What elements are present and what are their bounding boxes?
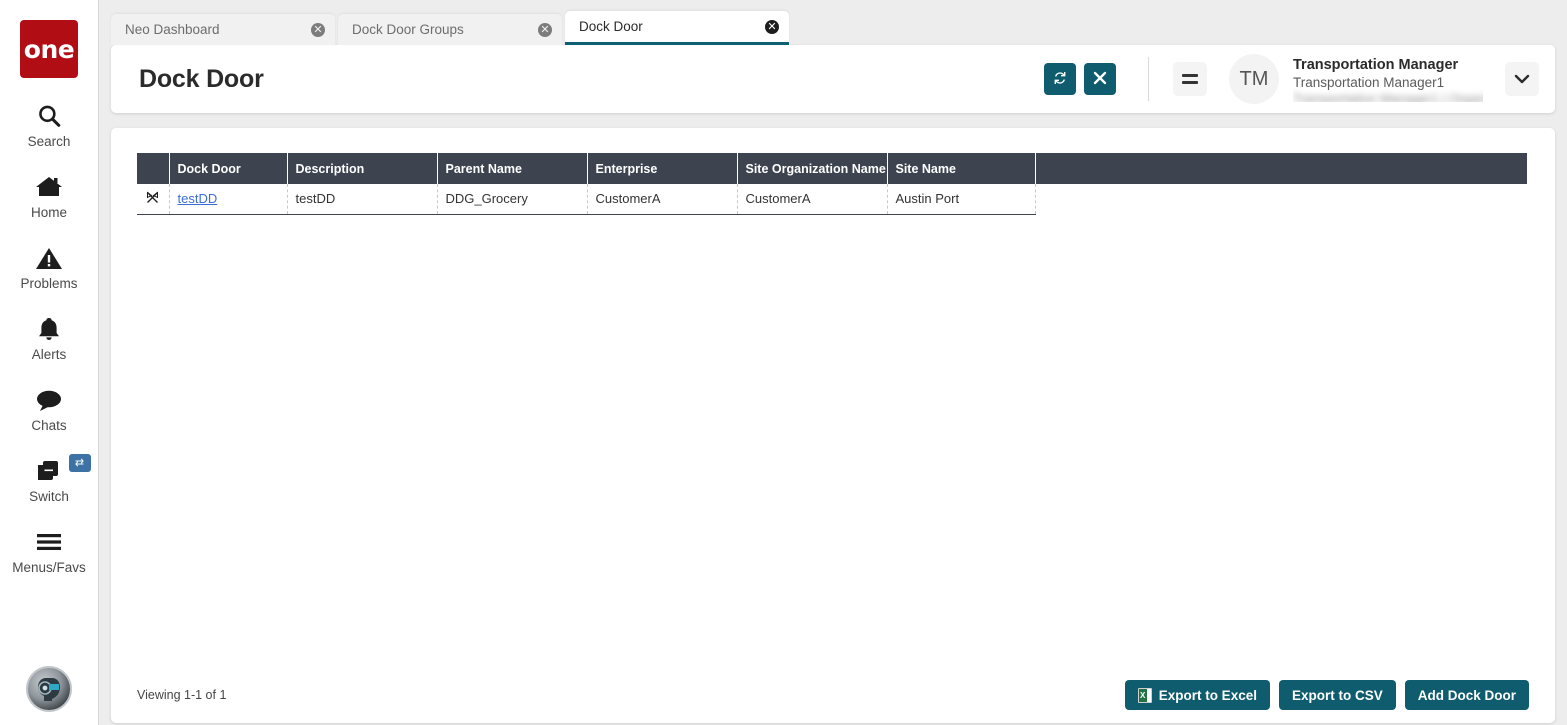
page-title: Dock Door bbox=[139, 64, 264, 93]
cell-dock-door[interactable]: testDD bbox=[169, 184, 288, 215]
brand-logo[interactable]: one bbox=[20, 20, 78, 78]
menu-bar-1 bbox=[1182, 74, 1198, 77]
dock-door-table: Dock Door Description Parent Name Enterp… bbox=[137, 153, 1527, 215]
table-header-handle bbox=[137, 153, 170, 184]
table-header-description[interactable]: Description bbox=[287, 153, 438, 184]
chat-bubble-icon bbox=[35, 385, 63, 415]
windows-stack-icon bbox=[34, 456, 64, 486]
tab-bar: Neo Dashboard ✕ Dock Door Groups ✕ Dock … bbox=[99, 0, 1567, 45]
export-to-excel-label: Export to Excel bbox=[1158, 687, 1257, 703]
table-body: testDD testDD DDG_Grocery CustomerA Cust… bbox=[137, 184, 1527, 215]
sidebar-item-label: Problems bbox=[20, 276, 78, 291]
user-name: Transportation Manager bbox=[1293, 57, 1459, 73]
user-role: Transportation Manager1 bbox=[1293, 75, 1445, 90]
avatar-initials: TM bbox=[1239, 67, 1269, 90]
table-header-enterprise[interactable]: Enterprise bbox=[587, 153, 738, 184]
sidebar-item-label: Home bbox=[30, 205, 67, 220]
hamburger-icon bbox=[35, 527, 63, 557]
close-icon[interactable]: ✕ bbox=[311, 22, 325, 37]
sidebar-item-problems[interactable]: Problems bbox=[0, 243, 99, 291]
sidebar-item-search[interactable]: Search bbox=[0, 101, 99, 149]
user-organization: Transportation Manager1 | Organization bbox=[1293, 91, 1483, 102]
tab-label: Dock Door bbox=[579, 19, 643, 34]
swap-arrows-icon[interactable]: ⇄ bbox=[68, 454, 91, 472]
refresh-icon bbox=[1052, 70, 1068, 89]
export-to-csv-label: Export to CSV bbox=[1291, 687, 1383, 703]
tab-label: Dock Door Groups bbox=[352, 22, 464, 37]
data-grid-wrapper: Dock Door Description Parent Name Enterp… bbox=[111, 128, 1555, 215]
user-profile[interactable]: TM Transportation Manager Transportation… bbox=[1229, 54, 1483, 104]
warning-triangle-icon bbox=[35, 243, 63, 273]
sidebar-item-label: Switch bbox=[29, 489, 69, 504]
sidebar-item-label: Alerts bbox=[31, 347, 67, 362]
tab-neo-dashboard[interactable]: Neo Dashboard ✕ bbox=[111, 14, 335, 45]
dock-door-link[interactable]: testDD bbox=[178, 191, 218, 206]
user-text-block: Transportation Manager Transportation Ma… bbox=[1293, 56, 1483, 102]
add-dock-door-label: Add Dock Door bbox=[1417, 687, 1516, 703]
search-icon bbox=[36, 101, 62, 131]
tab-dock-door[interactable]: Dock Door ✕ bbox=[565, 11, 789, 45]
cell-site-organization-name: CustomerA bbox=[737, 184, 888, 215]
brand-logo-text: one bbox=[23, 34, 75, 64]
list-menu-icon[interactable] bbox=[1173, 62, 1207, 96]
viewing-count: Viewing 1-1 of 1 bbox=[137, 688, 227, 702]
sidebar-item-alerts[interactable]: Alerts bbox=[0, 314, 99, 362]
cell-filler bbox=[1035, 184, 1527, 214]
left-sidebar: one Search Home Problems Alerts Chats ⇄ … bbox=[0, 0, 99, 725]
cell-site-name: Austin Port bbox=[887, 184, 1036, 215]
row-drag-handle-cell[interactable] bbox=[137, 184, 170, 215]
table-header-dock-door[interactable]: Dock Door bbox=[169, 153, 288, 184]
main-area: Neo Dashboard ✕ Dock Door Groups ✕ Dock … bbox=[99, 0, 1567, 725]
export-to-csv-button[interactable]: Export to CSV bbox=[1278, 680, 1396, 710]
tab-label: Neo Dashboard bbox=[125, 22, 220, 37]
close-button[interactable] bbox=[1084, 63, 1116, 95]
table-header-row: Dock Door Description Parent Name Enterp… bbox=[137, 153, 1527, 184]
sidebar-item-chats[interactable]: Chats bbox=[0, 385, 99, 433]
home-icon bbox=[35, 172, 63, 202]
menu-bar-2 bbox=[1182, 81, 1198, 84]
refresh-button[interactable] bbox=[1044, 63, 1076, 95]
table-header-site-name[interactable]: Site Name bbox=[887, 153, 1036, 184]
grid-footer: Viewing 1-1 of 1 Export to Excel Export … bbox=[111, 667, 1555, 723]
sidebar-item-menus-favs[interactable]: Menus/Favs bbox=[0, 527, 99, 575]
table-header-site-organization-name[interactable]: Site Organization Name bbox=[737, 153, 888, 184]
avatar: TM bbox=[1229, 54, 1279, 104]
cell-description: testDD bbox=[287, 184, 438, 215]
close-x-icon bbox=[1093, 71, 1107, 88]
table-header: Dock Door Description Parent Name Enterp… bbox=[137, 153, 1527, 184]
close-icon[interactable]: ✕ bbox=[538, 22, 552, 37]
chevron-down-icon[interactable] bbox=[1505, 62, 1539, 96]
bell-icon bbox=[36, 314, 62, 344]
close-icon[interactable]: ✕ bbox=[765, 19, 779, 34]
table-header-filler bbox=[1035, 153, 1527, 184]
add-dock-door-button[interactable]: Add Dock Door bbox=[1404, 680, 1529, 710]
table-row[interactable]: testDD testDD DDG_Grocery CustomerA Cust… bbox=[137, 184, 1527, 215]
sidebar-item-label: Menus/Favs bbox=[12, 560, 86, 575]
page-header: Dock Door TM Transportation Manager Tran… bbox=[111, 45, 1555, 113]
sidebar-item-home[interactable]: Home bbox=[0, 172, 99, 220]
cell-enterprise: CustomerA bbox=[587, 184, 738, 215]
table-header-parent-name[interactable]: Parent Name bbox=[437, 153, 588, 184]
content-card: Dock Door Description Parent Name Enterp… bbox=[111, 128, 1555, 723]
cell-parent-name: DDG_Grocery bbox=[437, 184, 588, 215]
sidebar-item-label: Search bbox=[27, 134, 71, 149]
sidebar-item-label: Chats bbox=[31, 418, 67, 433]
excel-file-icon bbox=[1137, 687, 1152, 703]
header-divider bbox=[1148, 57, 1149, 101]
tab-dock-door-groups[interactable]: Dock Door Groups ✕ bbox=[338, 14, 562, 45]
sidebar-item-switch[interactable]: ⇄ Switch bbox=[0, 454, 99, 504]
drag-handle-icon[interactable] bbox=[146, 191, 159, 207]
export-to-excel-button[interactable]: Export to Excel bbox=[1124, 680, 1270, 710]
ai-assistant-avatar-icon[interactable] bbox=[26, 666, 72, 712]
